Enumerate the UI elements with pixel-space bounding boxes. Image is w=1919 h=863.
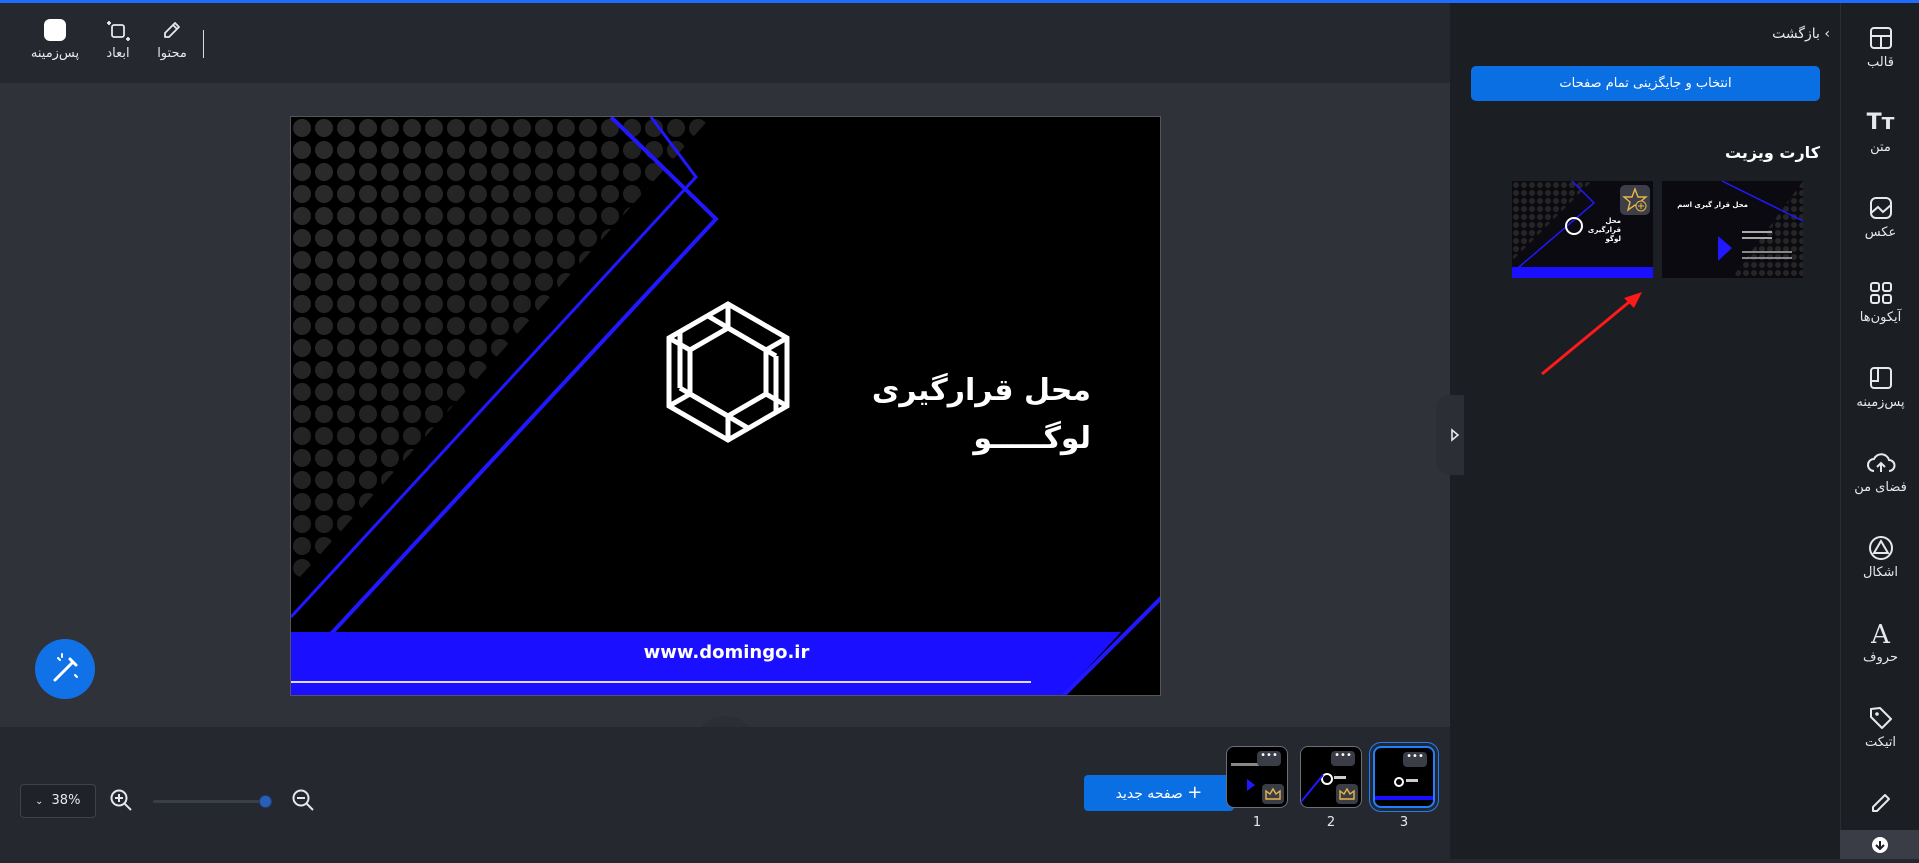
zoom-slider-track[interactable]	[153, 800, 267, 803]
sidebar-item-background[interactable]: پس‌زمینه	[1841, 365, 1919, 410]
logo-hexagon-icon	[666, 301, 790, 443]
sidebar-item-label: فضای من	[1854, 480, 1907, 495]
page-thumbnail-active[interactable]: •••	[1373, 746, 1435, 808]
more-options-icon[interactable]: •••	[1331, 751, 1355, 766]
new-page-label: صفحه جدید	[1115, 786, 1183, 802]
sidebar-item-sticker[interactable]: اتیکت	[1841, 705, 1919, 750]
template-card[interactable]: محل قرار گیری اسم	[1662, 181, 1803, 278]
design-canvas[interactable]: محل قرارگیری لوگـــــو www.domingo.ir	[290, 116, 1161, 696]
section-title: کارت ویزیت	[1724, 143, 1820, 162]
page-number: 1	[1252, 815, 1262, 830]
crown-icon	[1336, 784, 1358, 804]
sidebar-scroll-down-button[interactable]	[1840, 830, 1919, 859]
editor-workspace: محتوا ابعاد پس‌زمینه	[0, 3, 1450, 859]
chevron-right-icon: ›	[1824, 26, 1830, 42]
content-tool-button[interactable]: محتوا	[142, 18, 202, 61]
template-icon	[1841, 25, 1919, 55]
sidebar-item-label: عکس	[1864, 225, 1897, 240]
toolbar-divider	[203, 30, 204, 58]
background-tool-button[interactable]: پس‌زمینه	[25, 18, 85, 61]
sidebar-item-fonts[interactable]: A حروف	[1841, 620, 1919, 665]
zoom-out-icon	[292, 789, 314, 811]
canvas-title-line2: لوگـــــو	[973, 421, 1091, 456]
sidebar-item-label: پس‌زمینه	[1856, 395, 1905, 410]
page-number: 2	[1326, 815, 1336, 830]
templates-panel	[1450, 3, 1840, 859]
sidebar-item-label: متن	[1870, 140, 1891, 155]
zoom-value: 38%	[51, 793, 81, 808]
pencil-icon	[1841, 790, 1919, 820]
back-link[interactable]: › بازگشت	[1740, 26, 1830, 42]
zoom-select[interactable]: ⌄ 38%	[20, 784, 96, 818]
magic-wand-icon	[53, 653, 78, 682]
chevron-down-icon: ⌄	[35, 796, 44, 807]
more-options-icon[interactable]: •••	[1257, 751, 1281, 766]
zoom-in-button[interactable]	[108, 787, 134, 813]
background-color-icon	[25, 18, 85, 46]
canvas-title-line1: محل قرارگیری	[871, 373, 1091, 408]
sidebar-item-icons[interactable]: آیکون‌ها	[1841, 280, 1919, 325]
resize-icon	[88, 18, 148, 46]
template-preview	[1718, 181, 1803, 278]
sidebar-item-shapes[interactable]: اشکال	[1841, 535, 1919, 580]
page-number: 3	[1399, 815, 1409, 830]
sidebar-item-label: اشکال	[1862, 565, 1899, 580]
replace-all-pages-button[interactable]: انتخاب و جایگزینی تمام صفحات	[1471, 66, 1820, 101]
dimensions-tool-label: ابعاد	[106, 46, 130, 61]
zoom-out-button[interactable]	[290, 787, 316, 813]
edit-icon	[142, 18, 202, 46]
canvas-website-url[interactable]: www.domingo.ir	[291, 642, 1160, 663]
right-sidebar: قالب Tт متن عکس آیکون‌ها پس‌زمینه فضای م…	[1840, 3, 1919, 859]
sidebar-item-label: آیکون‌ها	[1859, 310, 1902, 325]
shapes-icon	[1841, 535, 1919, 565]
icons-grid-icon	[1841, 280, 1919, 310]
background-tool-label: پس‌زمینه	[30, 46, 80, 61]
sidebar-item-label: حروف	[1863, 650, 1898, 665]
image-icon	[1841, 195, 1919, 225]
favorite-add-icon[interactable]	[1620, 185, 1650, 215]
content-tool-label: محتوا	[157, 46, 187, 61]
sidebar-item-my-space[interactable]: فضای من	[1841, 450, 1919, 495]
text-icon: Tт	[1866, 110, 1895, 135]
magic-wand-button[interactable]	[35, 639, 95, 699]
thumbnail-accent-band	[1375, 796, 1433, 800]
template-card[interactable]: محل قرارگیری لوگو	[1512, 181, 1653, 278]
top-toolbar: محتوا ابعاد پس‌زمینه	[0, 3, 1450, 83]
new-page-button[interactable]: + صفحه جدید	[1084, 775, 1234, 811]
sidebar-item-label: اتیکت	[1864, 735, 1897, 750]
cloud-upload-icon	[1841, 450, 1919, 480]
template1-title: محل قرارگیری لوگو	[1587, 217, 1621, 243]
bottom-bar: ⌄ 38% + صفحه جدید ••• 1 ••• 2 ••• 3	[0, 727, 1450, 859]
red-annotation-arrow	[1541, 292, 1642, 376]
canvas-logo-placeholder-text[interactable]: محل قرارگیری لوگـــــو	[811, 367, 1091, 463]
sidebar-item-text[interactable]: Tт متن	[1841, 110, 1919, 155]
sidebar-item-draw[interactable]	[1841, 790, 1919, 820]
dimensions-tool-button[interactable]: ابعاد	[88, 18, 148, 61]
letters-icon: A	[1871, 620, 1890, 650]
crown-icon	[1262, 784, 1284, 804]
zoom-slider-handle[interactable]	[259, 795, 272, 808]
background-icon	[1841, 365, 1919, 395]
arrow-down-circle-icon	[1872, 837, 1888, 853]
back-label: بازگشت	[1772, 26, 1820, 42]
more-options-icon[interactable]: •••	[1403, 752, 1427, 767]
template2-title: محل قرار گیری اسم	[1677, 201, 1748, 209]
panel-toggle-button[interactable]	[1436, 395, 1464, 475]
sidebar-item-image[interactable]: عکس	[1841, 195, 1919, 240]
page-thumbnail[interactable]: •••	[1226, 746, 1288, 808]
page-thumbnail[interactable]: •••	[1300, 746, 1362, 808]
triangle-right-icon	[1451, 428, 1460, 442]
sidebar-item-label: قالب	[1867, 55, 1894, 70]
tag-icon	[1841, 705, 1919, 735]
sidebar-item-template[interactable]: قالب	[1841, 25, 1919, 70]
zoom-in-icon	[110, 789, 132, 811]
plus-icon: +	[1187, 782, 1203, 803]
